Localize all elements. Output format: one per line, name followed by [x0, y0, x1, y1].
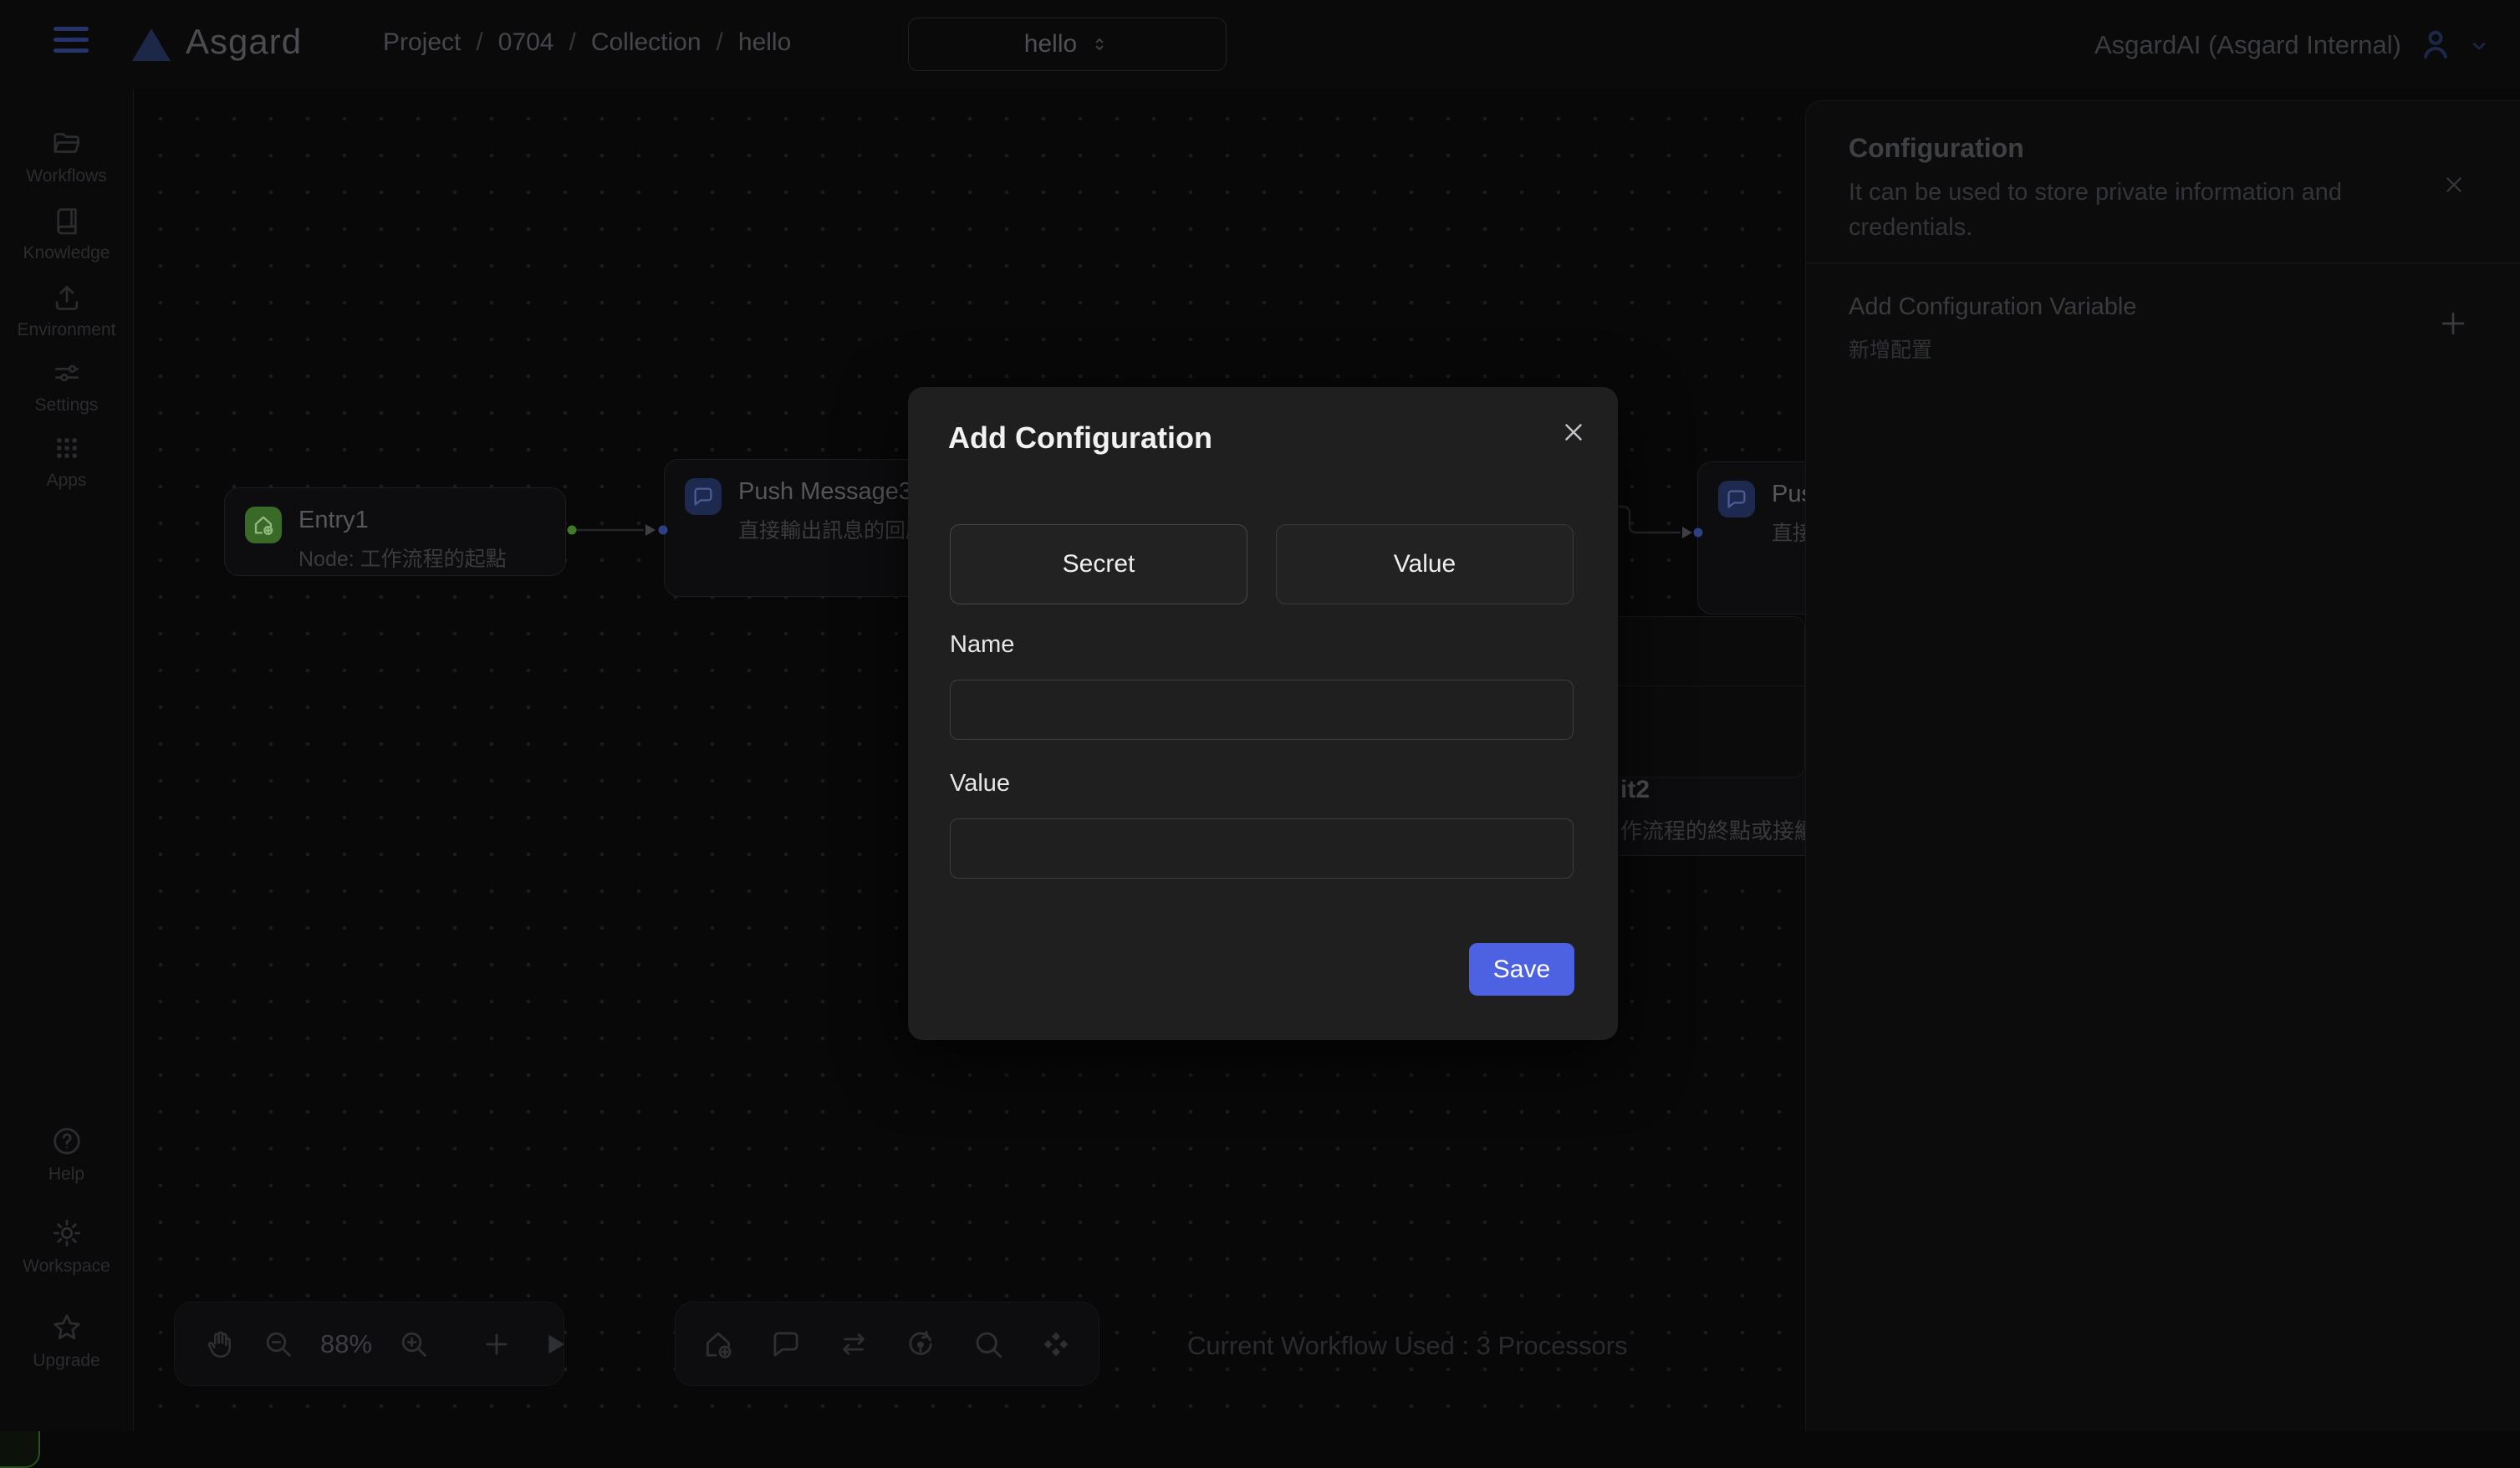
name-input[interactable] — [950, 680, 1574, 740]
value-input[interactable] — [950, 818, 1574, 879]
tab-value[interactable]: Value — [1276, 524, 1574, 604]
save-button[interactable]: Save — [1469, 943, 1574, 996]
name-field-label: Name — [950, 631, 1014, 659]
tab-secret[interactable]: Secret — [950, 524, 1247, 604]
add-configuration-modal: Add Configuration Secret Value Name Valu… — [908, 387, 1618, 1040]
modal-title: Add Configuration — [948, 421, 1212, 456]
modal-close-icon[interactable] — [1553, 412, 1594, 452]
value-field-label: Value — [950, 770, 1010, 798]
